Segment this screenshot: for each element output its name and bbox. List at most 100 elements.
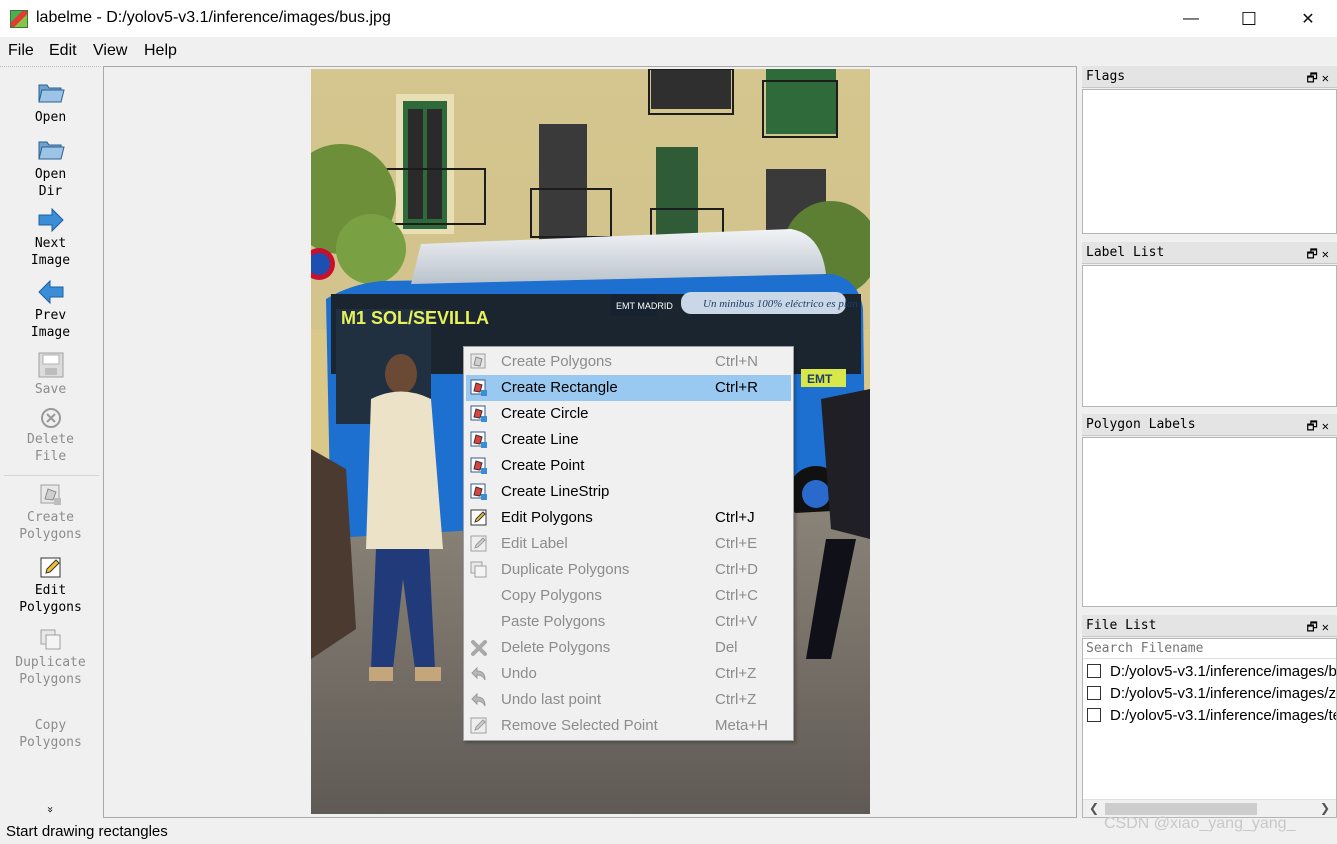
menu-item-delete-polygons[interactable]: Delete Polygons Del: [466, 635, 791, 661]
status-message: Start drawing rectangles: [6, 823, 168, 840]
flags-list[interactable]: [1082, 89, 1337, 234]
label-list-dock-buttons: 🗗✕: [1306, 245, 1333, 266]
create-point-icon: [470, 457, 488, 475]
label-list-dock-title-text: Label List: [1086, 245, 1165, 260]
file-checkbox[interactable]: [1087, 664, 1101, 678]
file-checkbox[interactable]: [1087, 686, 1101, 700]
close-icon[interactable]: ✕: [1322, 247, 1333, 261]
maximize-icon: ☐: [1240, 8, 1258, 29]
search-filename-input[interactable]: [1083, 639, 1336, 659]
polygon-labels-list[interactable]: [1082, 437, 1337, 607]
close-icon[interactable]: ✕: [1322, 620, 1333, 634]
duplicate-polygons-button[interactable]: Duplicate Polygons: [0, 628, 101, 688]
menu-item-shortcut: Del: [715, 639, 738, 656]
menu-view[interactable]: View: [93, 42, 127, 60]
delete-file-button[interactable]: Delete File: [0, 407, 101, 465]
menu-icon-placeholder: [470, 587, 488, 605]
minimize-button[interactable]: —: [1162, 0, 1220, 38]
file-checkbox[interactable]: [1087, 708, 1101, 722]
edit-label-icon: [470, 717, 488, 735]
create-linestrip-icon: [470, 483, 488, 501]
file-list-item[interactable]: D:/yolov5-v3.1/inference/images/bus.jpg: [1087, 663, 1336, 685]
polygon-labels-dock-buttons: 🗗✕: [1306, 417, 1333, 438]
next-image-button[interactable]: Next Image: [0, 207, 101, 269]
float-icon[interactable]: 🗗: [1306, 419, 1321, 433]
chevron-down-icon: »: [44, 806, 57, 813]
file-list-dock: File List 🗗✕ D:/yolov5-v3.1/inference/im…: [1082, 615, 1337, 818]
flags-dock-buttons: 🗗✕: [1306, 69, 1333, 90]
menu-item-label: Remove Selected Point: [501, 717, 658, 734]
menu-item-label: Create Point: [501, 457, 585, 474]
next-image-label: Next Image: [30, 236, 71, 268]
menu-help[interactable]: Help: [144, 42, 177, 60]
maximize-button[interactable]: ☐: [1220, 0, 1278, 38]
open-label: Open: [34, 110, 67, 125]
save-button[interactable]: Save: [0, 351, 101, 398]
file-list-item[interactable]: D:/yolov5-v3.1/inference/images/zidane.j…: [1087, 685, 1336, 707]
file-list-dock-title-text: File List: [1086, 618, 1157, 633]
menu-item-shortcut: Ctrl+E: [715, 535, 758, 552]
arrow-left-icon: [37, 279, 63, 305]
menu-item-paste-polygons[interactable]: Paste Polygons Ctrl+V: [466, 609, 791, 635]
folder-open-icon: [37, 84, 65, 103]
float-icon[interactable]: 🗗: [1306, 247, 1321, 261]
create-line-icon: [470, 431, 488, 449]
title-bar: labelme - D:/yolov5-v3.1/inference/image…: [0, 0, 1337, 38]
menu-item-shortcut: Ctrl+N: [715, 353, 758, 370]
menu-item-create-circle[interactable]: Create Circle: [466, 401, 791, 427]
close-button[interactable]: ✕: [1279, 0, 1337, 38]
menu-item-create-line[interactable]: Create Line: [466, 427, 791, 453]
float-icon[interactable]: 🗗: [1306, 620, 1321, 634]
scrollbar-thumb[interactable]: [1105, 803, 1257, 815]
emt-logo-text: EMT: [807, 372, 833, 386]
menu-item-edit-label[interactable]: Edit Label Ctrl+E: [466, 531, 791, 557]
file-path: D:/yolov5-v3.1/inference/images/zidane.j…: [1110, 685, 1336, 702]
menu-item-create-polygons[interactable]: Create Polygons Ctrl+N: [466, 349, 791, 375]
menu-item-label: Create Circle: [501, 405, 589, 422]
menu-file[interactable]: File: [8, 42, 34, 60]
menu-item-create-linestrip[interactable]: Create LineStrip: [466, 479, 791, 505]
close-icon[interactable]: ✕: [1322, 71, 1333, 85]
create-polygons-button[interactable]: Create Polygons: [0, 483, 101, 543]
delete-file-icon: [40, 408, 61, 428]
menu-edit[interactable]: Edit: [49, 42, 77, 60]
menu-item-undo[interactable]: Undo Ctrl+Z: [466, 661, 791, 687]
toolbar-extension-button[interactable]: »: [0, 801, 101, 818]
menu-item-copy-polygons[interactable]: Copy Polygons Ctrl+C: [466, 583, 791, 609]
menu-item-label: Duplicate Polygons: [501, 561, 630, 578]
flags-dock: Flags 🗗✕: [1082, 66, 1337, 236]
menu-item-label: Undo: [501, 665, 537, 682]
open-button[interactable]: Open: [0, 77, 101, 126]
create-rectangle-icon: [470, 379, 488, 397]
file-list-item[interactable]: D:/yolov5-v3.1/inference/images/test.jpg: [1087, 707, 1336, 729]
close-icon[interactable]: ✕: [1322, 419, 1333, 433]
menu-item-remove-selected-point[interactable]: Remove Selected Point Meta+H: [466, 713, 791, 739]
prev-image-button[interactable]: Prev Image: [0, 279, 101, 341]
edit-polygons-button[interactable]: Edit Polygons: [0, 556, 101, 616]
menu-item-label: Delete Polygons: [501, 639, 611, 656]
prev-image-label: Prev Image: [30, 308, 71, 340]
scroll-right-icon[interactable]: ❯: [1320, 801, 1330, 815]
open-dir-label: Open Dir: [34, 167, 67, 199]
menu-item-shortcut: Ctrl+J: [715, 509, 755, 526]
menu-item-label: Edit Polygons: [501, 509, 593, 526]
menu-item-shortcut: Meta+H: [715, 717, 768, 734]
menu-item-label: Copy Polygons: [501, 587, 602, 604]
float-icon[interactable]: 🗗: [1306, 71, 1321, 85]
canvas-context-menu: Create Polygons Ctrl+N Create Rectangle Ctr…: [463, 346, 794, 741]
open-dir-button[interactable]: Open Dir: [0, 134, 101, 200]
label-list-dock-title: Label List 🗗✕: [1082, 242, 1337, 264]
menu-item-create-rectangle[interactable]: Create Rectangle Ctrl+R: [466, 375, 791, 401]
copy-polygons-button[interactable]: Copy Polygons: [0, 717, 101, 751]
menu-item-undo-last-point[interactable]: Undo last point Ctrl+Z: [466, 687, 791, 713]
menu-item-create-point[interactable]: Create Point: [466, 453, 791, 479]
scroll-left-icon[interactable]: ❮: [1089, 801, 1099, 815]
bus-route-sign: M1 SOL/SEVILLA: [341, 308, 489, 328]
polygon-labels-dock-title: Polygon Labels 🗗✕: [1082, 414, 1337, 436]
close-icon: ✕: [1301, 11, 1315, 28]
menu-item-edit-polygons[interactable]: Edit Polygons Ctrl+J: [466, 505, 791, 531]
label-list[interactable]: [1082, 265, 1337, 407]
menu-item-duplicate-polygons[interactable]: Duplicate Polygons Ctrl+D: [466, 557, 791, 583]
file-list-dock-title: File List 🗗✕: [1082, 615, 1337, 637]
flags-dock-title: Flags 🗗✕: [1082, 66, 1337, 88]
